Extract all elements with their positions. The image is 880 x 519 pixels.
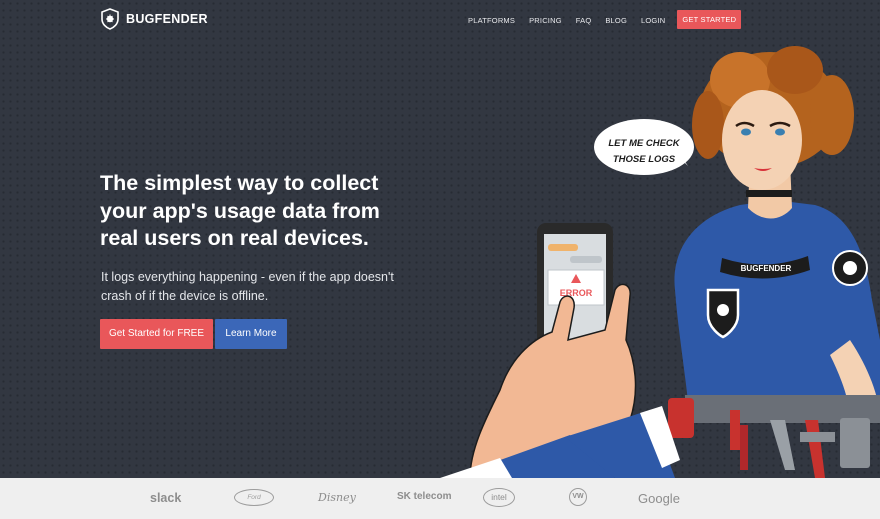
get-started-free-button[interactable]: Get Started for FREE <box>100 319 213 349</box>
brand-name: BUGFENDER <box>126 12 208 26</box>
client-logos-bar: slack Ford Disney SK telecom intel VW Go… <box>0 478 880 519</box>
hero-headline: The simplest way to collect your app's u… <box>100 171 380 250</box>
slack-logo: slack <box>150 491 182 505</box>
nav-get-started-button[interactable]: GET STARTED <box>677 10 742 29</box>
intel-logo: intel <box>483 488 515 507</box>
ford-logo: Ford <box>234 489 274 506</box>
face-illustration <box>722 90 802 190</box>
nav-link-pricing[interactable]: PRICING <box>529 16 562 25</box>
top-nav: PLATFORMS PRICING FAQ BLOG LOGIN GET STA… <box>468 10 755 29</box>
volkswagen-logo: VW <box>569 488 587 506</box>
nav-link-platforms[interactable]: PLATFORMS <box>468 16 515 25</box>
nav-link-login[interactable]: LOGIN <box>641 16 665 25</box>
bugfender-shield-icon <box>101 8 119 30</box>
learn-more-button[interactable]: Learn More <box>215 319 287 349</box>
sk-telecom-logo: SK telecom <box>397 491 452 502</box>
brand-logo[interactable]: BUGFENDER <box>100 8 208 30</box>
nav-link-faq[interactable]: FAQ <box>576 16 592 25</box>
speech-line-2: THOSE LOGS <box>613 154 676 165</box>
speech-line-1: LET ME CHECK <box>608 138 680 149</box>
hero-subtext: It logs everything happening - even if t… <box>101 270 394 303</box>
hero-section: BUGFENDER PLATFORMS PRICING FAQ BLOG LOG… <box>0 0 880 478</box>
speech-bubble: LET ME CHECK THOSE LOGS <box>594 119 694 175</box>
nav-link-blog[interactable]: BLOG <box>605 16 627 25</box>
hero-illustration: BUGFENDER LET ME CHECK THOSE LOGS ERROR <box>440 46 880 478</box>
google-logo: Google <box>638 491 680 506</box>
shirt-text: BUGFENDER <box>741 264 792 273</box>
disney-logo: Disney <box>318 491 356 504</box>
